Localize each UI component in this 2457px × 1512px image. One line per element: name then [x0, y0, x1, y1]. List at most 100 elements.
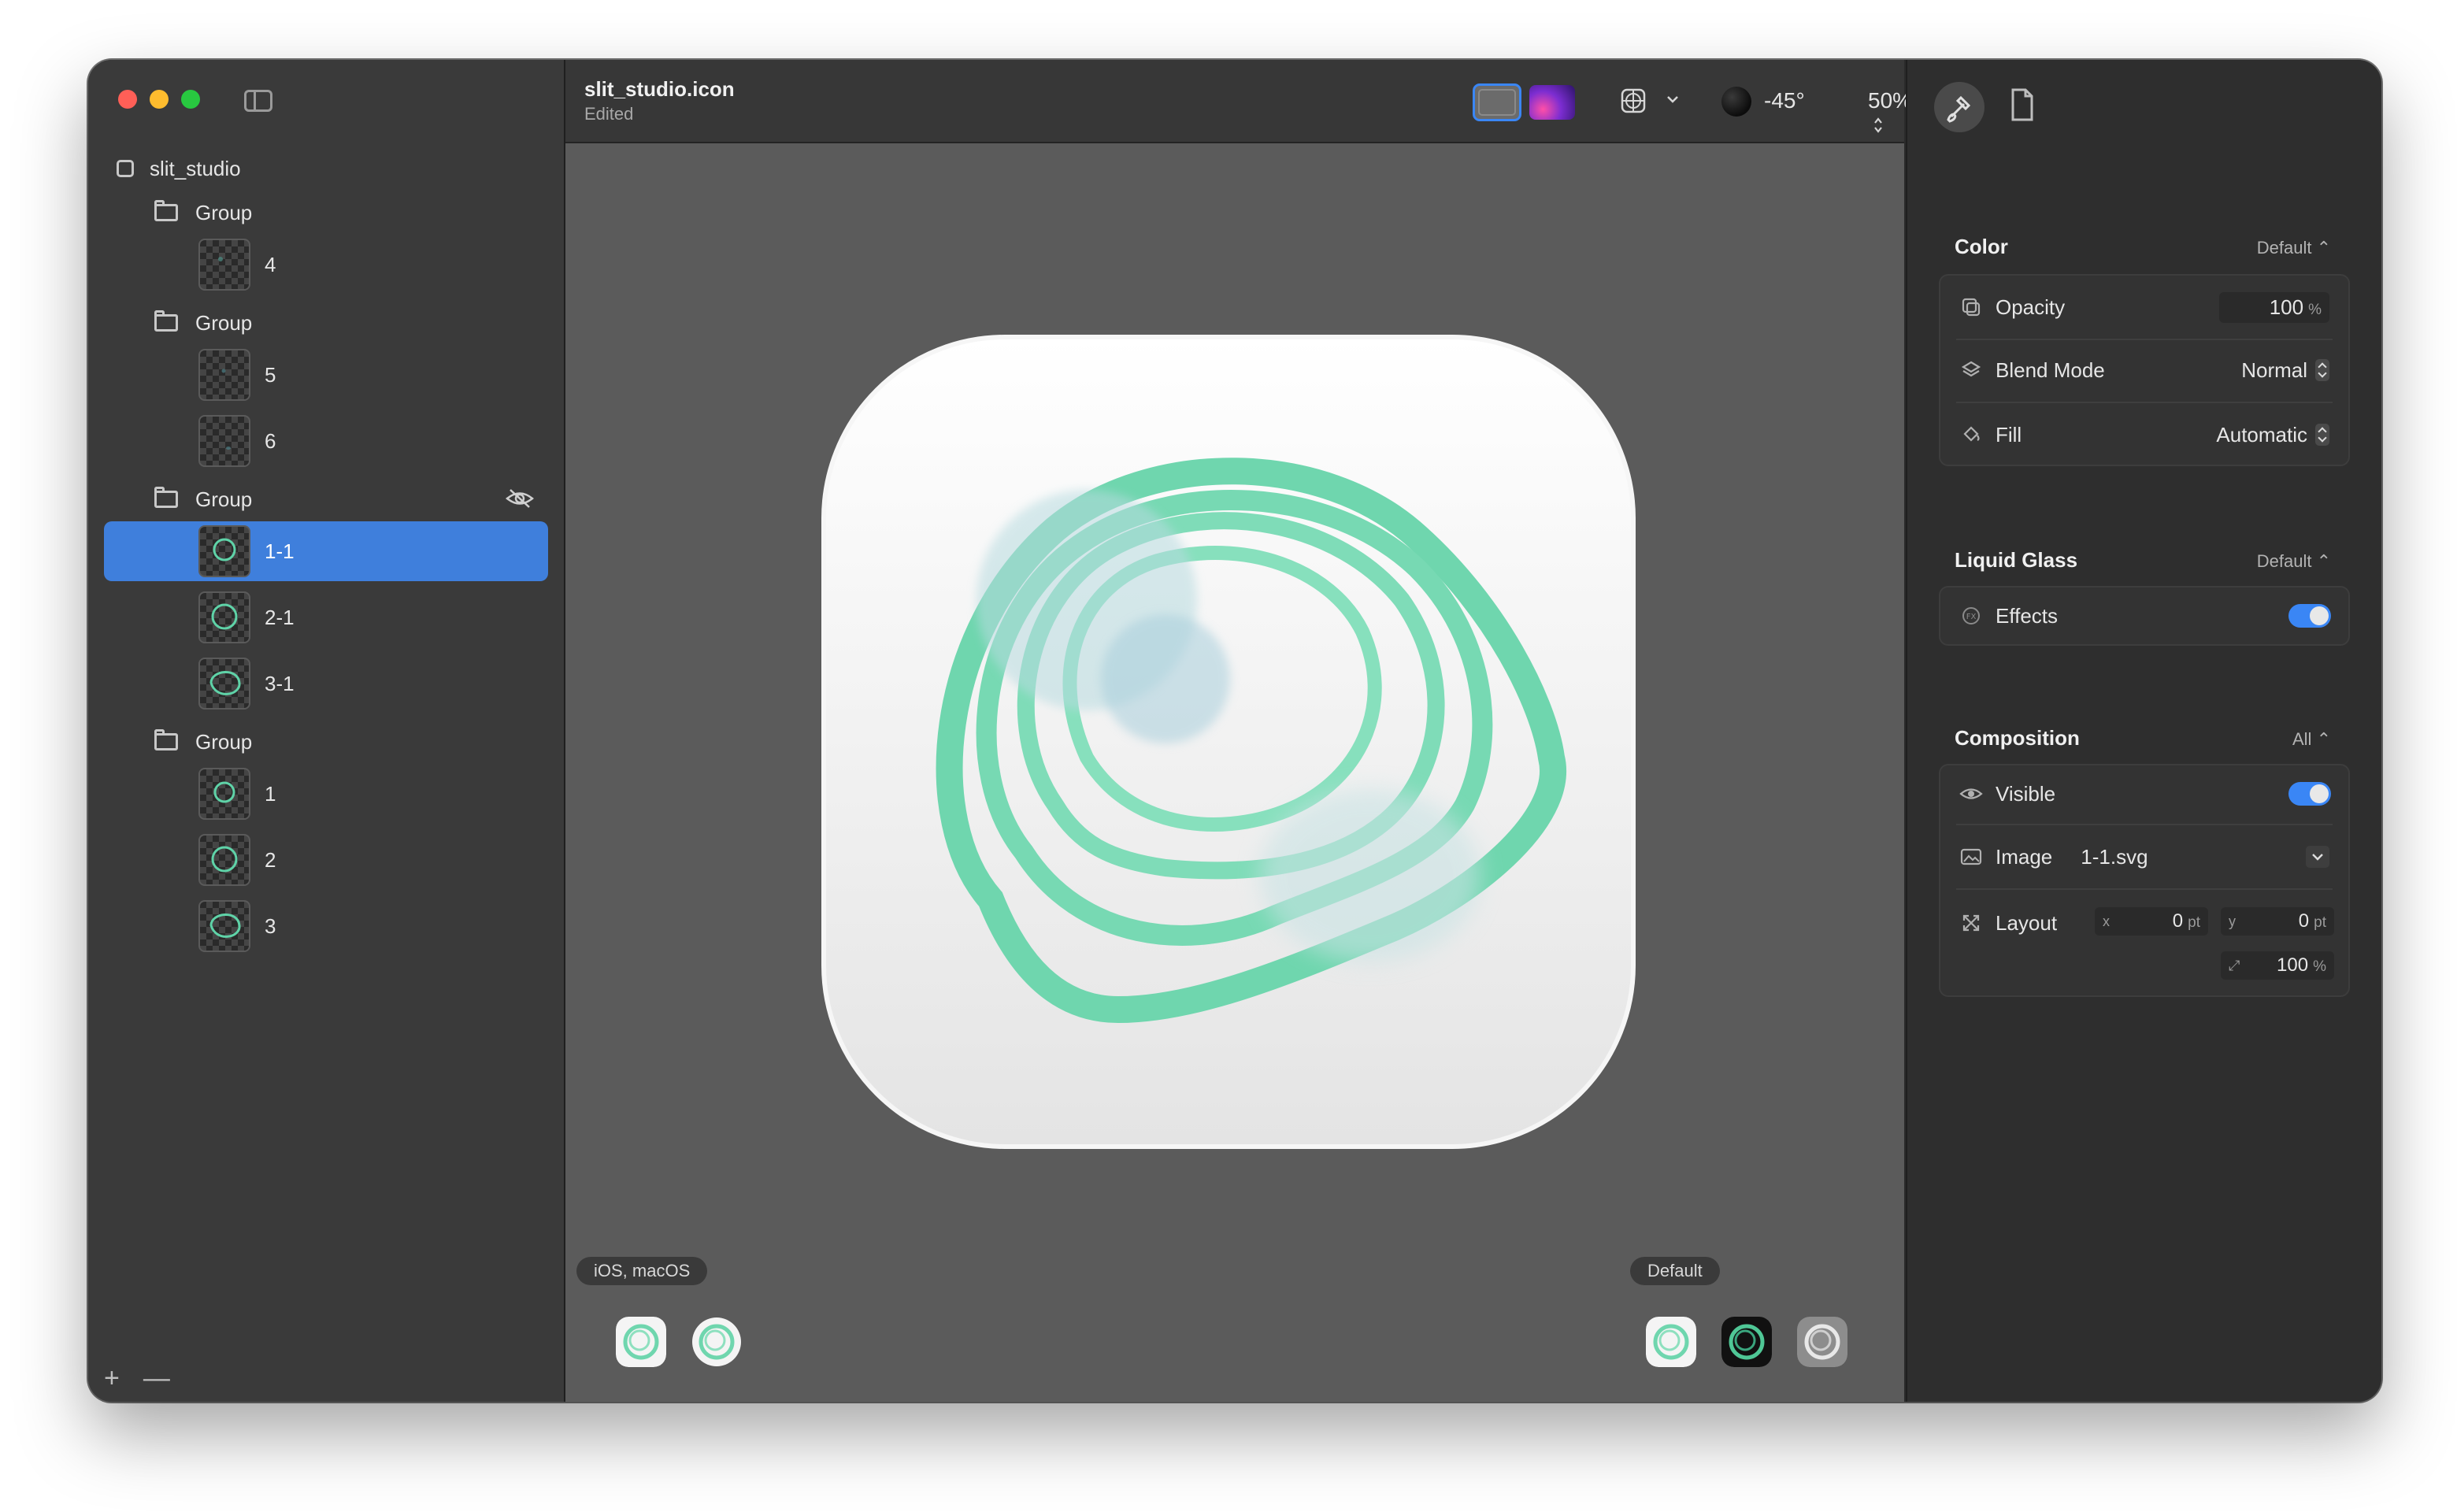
layer-row-1[interactable]: 1 [104, 764, 548, 824]
app-window: slit_studio Group 4 Group 5 6 Group 1-1 … [88, 60, 2381, 1402]
close-window-button[interactable] [118, 90, 137, 109]
y-label: y [2229, 914, 2236, 929]
layer-row-2[interactable]: 2 [104, 830, 548, 890]
opacity-icon [1959, 297, 1983, 317]
group-label: Group [195, 487, 253, 511]
sidebar-toggle-icon[interactable] [244, 90, 272, 112]
inspector-tab-properties[interactable] [1934, 82, 1984, 132]
layer-row-4[interactable]: 4 [104, 235, 548, 295]
group-row[interactable]: Group [104, 191, 548, 235]
dark-appearance-thumbnail[interactable] [1721, 1317, 1772, 1367]
layers-sidebar: slit_studio Group 4 Group 5 6 Group 1-1 … [88, 60, 565, 1402]
document-icon[interactable] [2007, 85, 2038, 126]
composition-preset-popup[interactable]: All ⌃ [2292, 729, 2331, 750]
stepper-icon [2315, 424, 2329, 446]
macos-preview-thumbnail[interactable] [691, 1317, 742, 1367]
scale-arrow-icon: ⤢ [2229, 958, 2240, 973]
layer-row-5[interactable]: 5 [104, 345, 548, 405]
layers-icon [1959, 360, 1983, 380]
eye-icon [1959, 785, 1983, 802]
fx-icon: FX [1959, 606, 1983, 626]
color-preset-value: Default [2256, 238, 2312, 258]
effects-label: Effects [1996, 603, 2059, 628]
liquid-glass-section-title: Liquid Glass [1955, 548, 2078, 572]
x-label: x [2103, 914, 2110, 929]
resize-arrows-icon [1959, 913, 1983, 933]
layer-label: 2-1 [265, 605, 295, 629]
y-value: 0 [2298, 910, 2310, 932]
layer-row-3-1[interactable]: 3-1 [104, 654, 548, 713]
paintbrush-icon [1947, 95, 1971, 123]
layer-thumbnail [198, 525, 250, 577]
composition-section-title: Composition [1955, 726, 2080, 750]
visible-toggle[interactable] [2288, 782, 2331, 806]
color-properties-box: Opacity 100% Blend Mode Normal Fill Auto… [1939, 274, 2350, 466]
effects-row: FX Effects [1940, 586, 2348, 646]
blend-mode-popup[interactable]: Normal [2241, 358, 2329, 383]
grid-overlay-icon[interactable] [1619, 87, 1647, 115]
image-row: Image 1-1.svg [1940, 825, 2348, 888]
minimize-window-button[interactable] [150, 90, 169, 109]
add-layer-button[interactable]: + [104, 1363, 120, 1394]
color-preset-popup[interactable]: Default ⌃ [2257, 238, 2331, 258]
layer-label: 4 [265, 252, 276, 276]
group-row[interactable]: Group [104, 720, 548, 764]
image-label: Image [1996, 844, 2053, 869]
scale-value: 100 [2277, 954, 2309, 976]
document-title: slit_studio.icon [584, 77, 735, 101]
chevron-down-icon[interactable] [1666, 94, 1679, 104]
opacity-label: Opacity [1996, 295, 2066, 319]
inspector-panel: Color Default ⌃ Opacity 100% Blend Mode [1906, 60, 2381, 1402]
group-row-hidden[interactable]: Group [104, 477, 548, 521]
layer-label: 3-1 [265, 671, 295, 695]
eye-slash-icon[interactable] [506, 488, 534, 509]
sidebar-footer: + — [104, 1363, 170, 1394]
light-angle-value[interactable]: -45° [1764, 88, 1805, 113]
light-background-swatch[interactable] [1473, 83, 1521, 121]
stepper-icon [1874, 117, 1882, 133]
layer-row-3[interactable]: 3 [104, 896, 548, 956]
layer-label: 2 [265, 847, 276, 872]
layout-scale-input[interactable]: ⤢ 100% [2221, 951, 2334, 980]
layer-label: 1 [265, 781, 276, 806]
composition-preset-value: All [2292, 729, 2312, 749]
zoom-window-button[interactable] [181, 90, 200, 109]
svg-text:FX: FX [1966, 613, 1977, 621]
project-checkbox-icon[interactable] [117, 160, 134, 177]
project-row[interactable]: slit_studio [104, 146, 548, 191]
y-unit: pt [2314, 914, 2326, 931]
effects-toggle[interactable] [2288, 604, 2331, 628]
folder-icon [154, 487, 178, 508]
layer-thumbnail [198, 591, 250, 643]
layout-y-input[interactable]: y 0 pt [2221, 907, 2334, 936]
layer-row-1-1[interactable]: 1-1 [104, 521, 548, 581]
default-appearance-thumbnail[interactable] [1646, 1317, 1696, 1367]
layer-label: 5 [265, 362, 276, 387]
fill-popup[interactable]: Automatic [2216, 423, 2329, 447]
group-label: Group [195, 729, 253, 754]
group-row[interactable]: Group [104, 301, 548, 345]
image-dropdown[interactable] [2306, 846, 2329, 868]
ios-preview-thumbnail[interactable] [616, 1317, 666, 1367]
layer-row-6[interactable]: 6 [104, 411, 548, 471]
layer-thumbnail [198, 768, 250, 820]
layer-thumbnail [198, 239, 250, 291]
layer-row-2-1[interactable]: 2-1 [104, 587, 548, 647]
app-icon-preview[interactable] [819, 332, 1638, 1151]
opacity-input[interactable]: 100% [2219, 291, 2329, 323]
mono-appearance-thumbnail[interactable] [1797, 1317, 1847, 1367]
color-section-title: Color [1955, 235, 2008, 258]
remove-layer-button[interactable]: — [143, 1363, 170, 1394]
dark-background-swatch[interactable] [1529, 85, 1575, 120]
composition-box: Visible Image 1-1.svg Layout x 0 pt y 0 … [1939, 764, 2350, 997]
blend-mode-row: Blend Mode Normal [1940, 339, 2348, 402]
light-angle-dial-icon[interactable] [1721, 87, 1751, 117]
canvas[interactable]: iOS, macOS Default [565, 143, 1904, 1402]
liquid-glass-preset-popup[interactable]: Default ⌃ [2257, 551, 2331, 572]
image-file-value[interactable]: 1-1.svg [2081, 845, 2148, 869]
layer-thumbnail [198, 834, 250, 886]
group-label: Group [195, 310, 253, 335]
folder-icon [154, 310, 178, 332]
fill-label: Fill [1996, 422, 2022, 447]
layout-x-input[interactable]: x 0 pt [2095, 907, 2208, 936]
